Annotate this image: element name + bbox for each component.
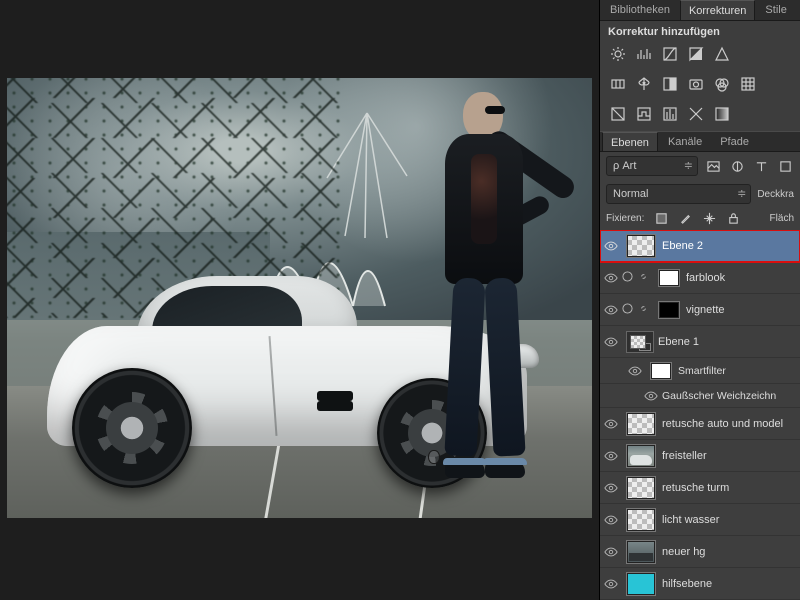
layer-thumbnail[interactable] xyxy=(626,476,656,500)
layer-name[interactable]: retusche turm xyxy=(662,482,796,494)
visibility-toggle[interactable] xyxy=(600,417,622,431)
layer-thumbnail[interactable] xyxy=(626,508,656,532)
brightness-icon[interactable] xyxy=(608,45,628,63)
layers-tabs: Ebenen Kanäle Pfade xyxy=(600,132,800,153)
layer-licht-wasser[interactable]: licht wasser xyxy=(600,504,800,536)
tab-kanaele[interactable]: Kanäle xyxy=(660,132,710,152)
layer-name[interactable]: farblook xyxy=(686,272,796,284)
lock-position-icon[interactable] xyxy=(700,210,718,226)
layer-thumbnail[interactable] xyxy=(626,444,656,468)
layer-name[interactable]: Ebene 1 xyxy=(658,336,796,348)
photofilter-icon[interactable] xyxy=(686,75,706,93)
layer-ebene-2[interactable]: Ebene 2 xyxy=(600,230,800,262)
levels-icon[interactable] xyxy=(634,45,654,63)
filter-shape-icon[interactable] xyxy=(776,158,794,174)
fill-label: Fläch xyxy=(770,213,794,224)
layer-hilfsebene[interactable]: hilfsebene xyxy=(600,568,800,600)
visibility-toggle[interactable] xyxy=(600,449,622,463)
person xyxy=(425,92,535,492)
canvas-area[interactable] xyxy=(0,0,599,600)
layer-neuer-hg[interactable]: neuer hg xyxy=(600,536,800,568)
vibrance-icon[interactable] xyxy=(712,45,732,63)
layer-thumbnail[interactable] xyxy=(626,540,656,564)
filter-mask-thumbnail[interactable] xyxy=(650,362,672,380)
link-icon xyxy=(638,271,652,285)
filter-type-icon[interactable] xyxy=(752,158,770,174)
tab-korrekturen[interactable]: Korrekturen xyxy=(680,0,755,20)
link-icon xyxy=(638,303,652,317)
layer-name[interactable]: Gaußscher Weichzeichn xyxy=(662,390,796,402)
visibility-toggle[interactable] xyxy=(600,513,622,527)
layer-list: Ebene 2 farblook vignette Ebene 1 xyxy=(600,230,800,600)
threshold-icon[interactable] xyxy=(660,105,680,123)
adjustments-header: Korrektur hinzufügen xyxy=(600,21,800,41)
visibility-toggle[interactable] xyxy=(640,389,662,403)
balance-icon[interactable] xyxy=(634,75,654,93)
adjustments-row-1 xyxy=(600,41,800,71)
visibility-toggle[interactable] xyxy=(600,481,622,495)
visibility-toggle[interactable] xyxy=(600,545,622,559)
mask-thumbnail[interactable] xyxy=(658,269,680,287)
visibility-toggle[interactable] xyxy=(600,335,622,349)
brush-cursor xyxy=(428,450,440,464)
visibility-toggle[interactable] xyxy=(600,271,622,285)
tab-ebenen[interactable]: Ebenen xyxy=(602,132,658,152)
tab-pfade[interactable]: Pfade xyxy=(712,132,757,152)
channelmixer-icon[interactable] xyxy=(712,75,732,93)
visibility-toggle[interactable] xyxy=(600,577,622,591)
visibility-toggle[interactable] xyxy=(624,364,646,378)
layer-thumbnail[interactable] xyxy=(626,412,656,436)
layer-freisteller[interactable]: freisteller xyxy=(600,440,800,472)
layer-name[interactable]: vignette xyxy=(686,304,796,316)
layer-ebene-1-smartobject[interactable]: Ebene 1 xyxy=(600,326,800,358)
mask-thumbnail[interactable] xyxy=(658,301,680,319)
layer-filter-select[interactable]: ρ Art xyxy=(606,156,698,176)
visibility-toggle[interactable] xyxy=(600,239,622,253)
visibility-toggle[interactable] xyxy=(600,303,622,317)
tab-stile[interactable]: Stile xyxy=(757,0,794,20)
posterize-icon[interactable] xyxy=(634,105,654,123)
document-photo[interactable] xyxy=(7,78,592,518)
adjustments-row-3 xyxy=(600,101,800,131)
invert-icon[interactable] xyxy=(608,105,628,123)
layer-name[interactable]: hilfsebene xyxy=(662,578,796,590)
blend-mode-select[interactable]: Normal xyxy=(606,184,751,204)
layer-name[interactable]: freisteller xyxy=(662,450,796,462)
layer-farblook[interactable]: farblook xyxy=(600,262,800,294)
layer-gaussian-blur[interactable]: Gaußscher Weichzeichn xyxy=(600,384,800,408)
filter-adj-icon[interactable] xyxy=(728,158,746,174)
lock-pixels-icon[interactable] xyxy=(652,210,670,226)
layer-name[interactable]: Smartfilter xyxy=(678,365,796,377)
lock-brush-icon[interactable] xyxy=(676,210,694,226)
layer-name[interactable]: Ebene 2 xyxy=(662,240,796,252)
adjustments-tabs: Bibliotheken Korrekturen Stile xyxy=(600,0,800,21)
selective-icon[interactable] xyxy=(686,105,706,123)
layer-name[interactable]: retusche auto und model xyxy=(662,418,796,430)
lock-label: Fixieren: xyxy=(606,213,644,224)
layer-thumbnail[interactable] xyxy=(626,572,656,596)
layer-thumbnail[interactable] xyxy=(626,234,656,258)
layer-name[interactable]: licht wasser xyxy=(662,514,796,526)
bw-icon[interactable] xyxy=(660,75,680,93)
exposure-icon[interactable] xyxy=(686,45,706,63)
opacity-label: Deckkra xyxy=(757,189,794,200)
gradient-icon[interactable] xyxy=(712,105,732,123)
colorlookup-icon[interactable] xyxy=(738,75,758,93)
layer-retusche-auto-model[interactable]: retusche auto und model xyxy=(600,408,800,440)
lock-all-icon[interactable] xyxy=(724,210,742,226)
smartobject-thumbnail[interactable] xyxy=(626,331,654,353)
layer-smartfilter[interactable]: Smartfilter xyxy=(600,358,800,384)
curves-icon[interactable] xyxy=(660,45,680,63)
adj-icon xyxy=(622,271,636,285)
filter-image-icon[interactable] xyxy=(704,158,722,174)
layer-retusche-turm[interactable]: retusche turm xyxy=(600,472,800,504)
layer-name[interactable]: neuer hg xyxy=(662,546,796,558)
adj-icon xyxy=(622,303,636,317)
hue-icon[interactable] xyxy=(608,75,628,93)
tab-bibliotheken[interactable]: Bibliotheken xyxy=(602,0,678,20)
layer-vignette[interactable]: vignette xyxy=(600,294,800,326)
adjustments-row-2 xyxy=(600,71,800,101)
